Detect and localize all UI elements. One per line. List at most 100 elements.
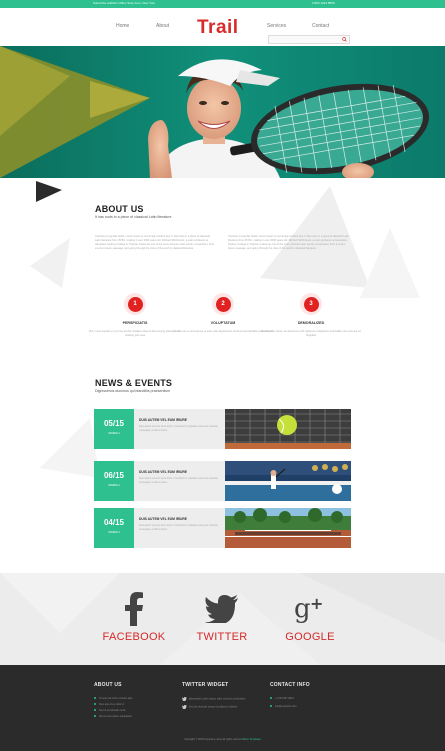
news-body: DUIS AUTEM VEL EUM IRIURE Duis autem vel…: [134, 508, 225, 548]
news-date-month: MARCH: [108, 483, 120, 487]
footer-about-title: ABOUT US: [94, 682, 122, 688]
feature-title: DEMORALIZED: [297, 321, 325, 325]
footer-about-item[interactable]: Sed ut perspiciatis unde: [94, 709, 126, 712]
footer-contact-phone[interactable]: +1 234 567 8901: [270, 697, 294, 700]
news-date: 06/15 MARCH: [94, 461, 134, 501]
news-date-day: 06/15: [103, 471, 125, 480]
svg-text:+: +: [310, 594, 323, 613]
nav-contact[interactable]: Contact: [312, 23, 329, 29]
footer-contact-email-text: info@example.com: [275, 705, 297, 708]
hero-banner: [0, 46, 445, 178]
news-item-description: Duis autem vel eum iriure dolor in hendr…: [139, 524, 218, 531]
feature-circle: 1: [124, 293, 146, 315]
twitter-label: TWITTER: [196, 631, 248, 643]
topbar-phone: 0 800 1234 8558: [312, 1, 335, 5]
feature-description: But I must explain to you how all this m…: [89, 330, 181, 337]
nav-services[interactable]: Services: [267, 23, 286, 29]
logo[interactable]: Trail: [197, 17, 239, 39]
google-plus-icon: g +: [270, 589, 350, 629]
nav-home[interactable]: Home: [116, 23, 129, 29]
footer-contact-title: CONTACT INFO: [270, 682, 310, 688]
footer-tweet[interactable]: Sed do eiusmod tempor incididunt ut labo…: [182, 705, 238, 710]
feature-title: VOLUPTATUM: [210, 321, 236, 325]
topbar-address: Subscribe Addition Office Sixty Four, Ne…: [93, 1, 155, 5]
facebook-icon: [94, 589, 174, 629]
news-date-month: MARCH: [108, 530, 120, 534]
search-box: [268, 35, 350, 52]
copyright-text: Copyright © 2015 Company name All rights…: [184, 738, 243, 741]
news-body: DUIS AUTEM VEL EUM IRIURE Duis autem vel…: [134, 409, 225, 449]
news-item-title[interactable]: DUIS AUTEM VEL EUM IRIURE: [139, 418, 220, 422]
news-subtitle: Dignissimos ducimus qui blanditiis praes…: [95, 389, 171, 393]
news-date: 04/15 MARCH: [94, 508, 134, 548]
news-date-month: MARCH: [108, 431, 120, 435]
twitter-icon: [182, 697, 187, 702]
twitter-icon: [182, 705, 187, 710]
footer-about-item-text: Duis aute irure dolor in: [99, 703, 125, 706]
top-bar: Subscribe Addition Office Sixty Four, Ne…: [0, 0, 445, 8]
bullet-icon: [94, 715, 96, 718]
bullet-icon: [94, 697, 96, 700]
google-plus-link[interactable]: g + GOOGLE: [270, 589, 350, 643]
news-image-tennis-ball[interactable]: [225, 409, 351, 449]
news-date: 05/15 MARCH: [94, 409, 134, 449]
feature-number: 3: [303, 296, 319, 312]
footer-about-item[interactable]: Duis aute irure dolor in: [94, 703, 124, 706]
feature-circle: 2: [212, 293, 234, 315]
nav-about[interactable]: About: [156, 23, 169, 29]
feature-title: PERSPICIATIS: [122, 321, 148, 325]
news-item-3[interactable]: 04/15 MARCH DUIS AUTEM VEL EUM IRIURE Du…: [94, 508, 351, 548]
footer-about-item-text: Sed ut perspiciatis unde: [99, 709, 126, 712]
feature-circle: 3: [300, 293, 322, 315]
bullet-icon: [94, 703, 96, 706]
news-item-description: Duis autem vel eum iriure dolor in hendr…: [139, 477, 218, 484]
news-image-stadium[interactable]: [225, 461, 351, 501]
feature-number: 2: [215, 296, 231, 312]
about-left-paragraph: Contrary to popular belief, Lorem Ipsum …: [95, 235, 215, 250]
news-date-day: 05/15: [103, 419, 125, 428]
main-nav: Home About Trail Services Contact: [0, 8, 445, 52]
news-image-court[interactable]: [225, 508, 351, 548]
copyright-link[interactable]: More Templates: [243, 738, 261, 741]
footer-about-item[interactable]: Ut enim ad minim veniam quis: [94, 697, 132, 700]
footer-twitter-title: TWITTER WIDGET: [182, 682, 229, 688]
news-title: NEWS & EVENTS: [95, 378, 173, 388]
footer-tweet[interactable]: @example Lorem ipsum dolor sit amet cons…: [182, 697, 246, 702]
news-date-day: 04/15: [103, 518, 125, 527]
copyright: Copyright © 2015 Company name All rights…: [0, 738, 445, 741]
feature-description: On the other hand, we denounce with righ…: [261, 330, 361, 337]
feature-description: At vero eos et accusamus et iusto odio d…: [173, 330, 273, 333]
content-section: ABOUT US It has roots in a piece of clas…: [0, 178, 445, 573]
news-item-1[interactable]: 05/15 MARCH DUIS AUTEM VEL EUM IRIURE Du…: [94, 409, 351, 449]
footer-contact-phone-text: +1 234 567 8901: [275, 697, 294, 700]
facebook-label: FACEBOOK: [102, 631, 166, 643]
phone-icon: [270, 697, 272, 700]
search-icon[interactable]: [342, 37, 347, 42]
footer-about-item-text: Ut enim ad minim veniam quis: [99, 697, 133, 700]
google-label: GOOGLE: [285, 631, 335, 643]
news-item-2[interactable]: 06/15 MARCH DUIS AUTEM VEL EUM IRIURE Du…: [94, 461, 351, 501]
footer-about-item-text: Nemo enim ipsam voluptatem: [99, 715, 133, 718]
facebook-link[interactable]: FACEBOOK: [94, 589, 174, 643]
bullet-icon: [94, 709, 96, 712]
hero-image: [0, 46, 445, 178]
footer-tweet-text: Sed do eiusmod tempor incididunt ut labo…: [189, 705, 238, 709]
about-subtitle: It has roots in a piece of classical Lat…: [95, 215, 172, 219]
news-body: DUIS AUTEM VEL EUM IRIURE Duis autem vel…: [134, 461, 225, 501]
twitter-icon: [182, 589, 262, 629]
feature-number: 1: [127, 296, 143, 312]
news-item-description: Duis autem vel eum iriure dolor in hendr…: [139, 425, 218, 432]
news-item-title[interactable]: DUIS AUTEM VEL EUM IRIURE: [139, 470, 220, 474]
mail-icon: [270, 705, 272, 708]
feature-1: 1 PERSPICIATIS But I must explain to you…: [85, 293, 185, 338]
feature-2: 2 VOLUPTATUM At vero eos et accusamus et…: [173, 293, 273, 334]
about-title: ABOUT US: [95, 204, 144, 214]
twitter-link[interactable]: TWITTER: [182, 589, 262, 643]
news-item-title[interactable]: DUIS AUTEM VEL EUM IRIURE: [139, 517, 220, 521]
footer: ABOUT US Ut enim ad minim veniam quis Du…: [0, 665, 445, 751]
social-section: FACEBOOK TWITTER g + GOOGLE: [0, 573, 445, 665]
feature-3: 3 DEMORALIZED On the other hand, we deno…: [261, 293, 361, 338]
footer-about-item[interactable]: Nemo enim ipsam voluptatem: [94, 715, 132, 718]
footer-tweet-text: @example Lorem ipsum dolor sit amet cons…: [189, 697, 246, 701]
footer-contact-email[interactable]: info@example.com: [270, 705, 296, 708]
